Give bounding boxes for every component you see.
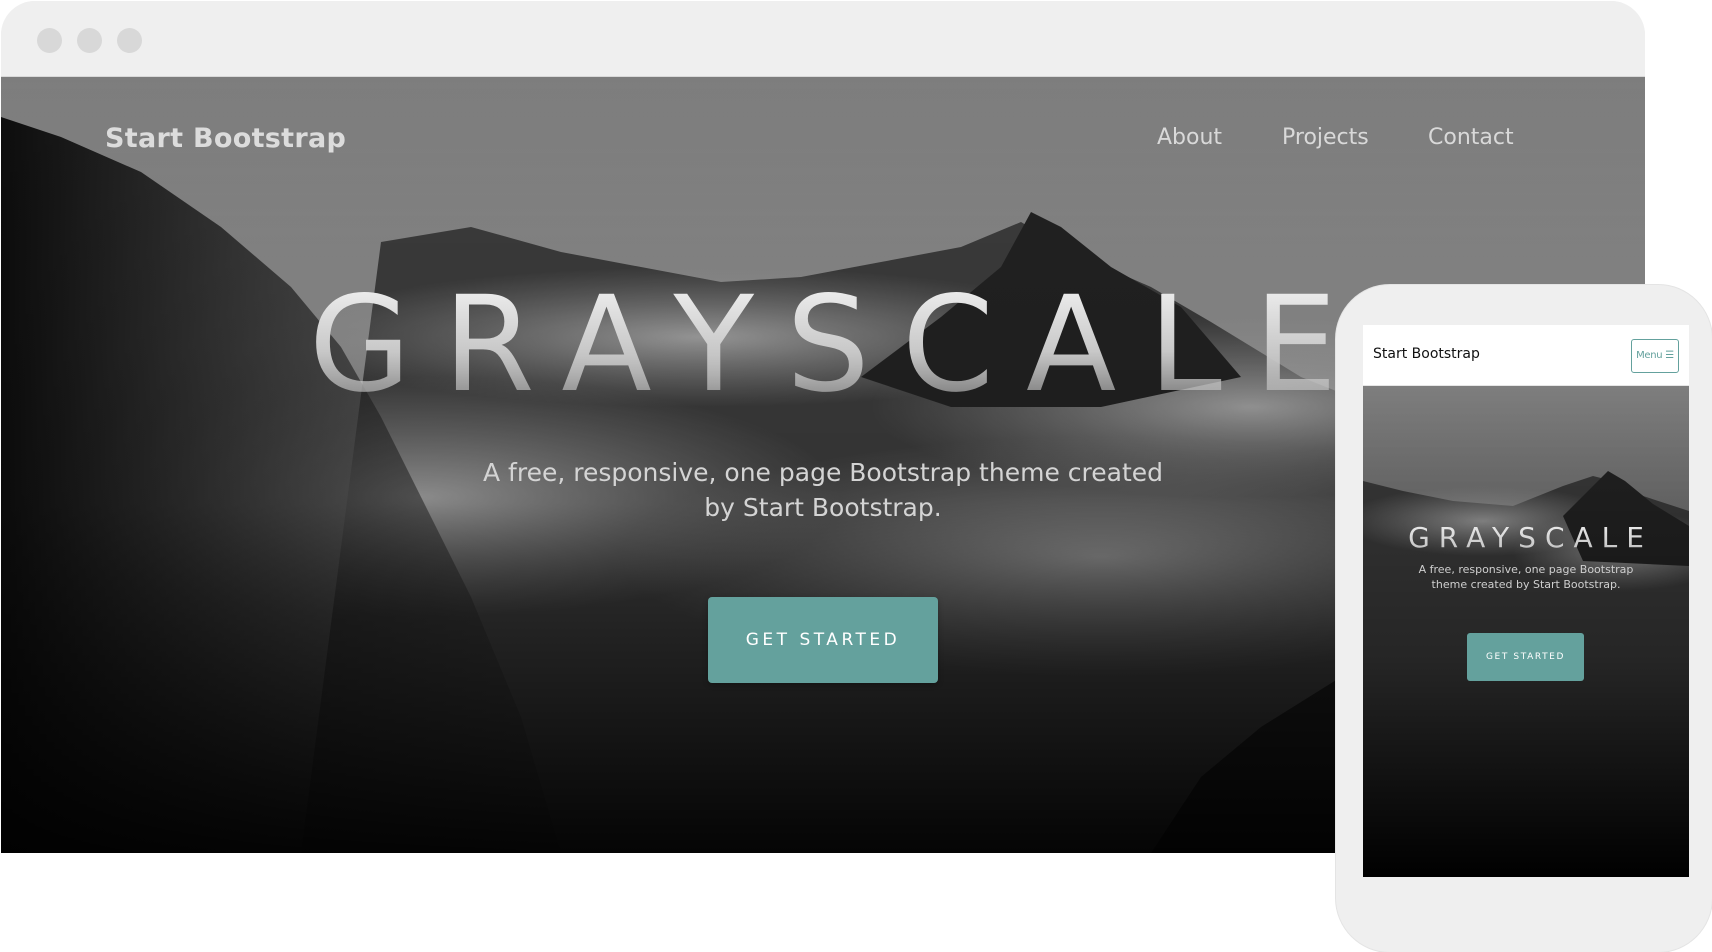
- browser-title-bar: [1, 1, 1645, 77]
- hamburger-menu-icon[interactable]: Menu ☰: [1631, 339, 1679, 373]
- nav-link-about[interactable]: About: [1157, 125, 1222, 150]
- window-dot-icon: [117, 28, 142, 53]
- mobile-phone-frame: Start Bootstrap Menu ☰ GRAYSCALE A free,…: [1336, 285, 1712, 952]
- nav-link-contact[interactable]: Contact: [1428, 125, 1514, 150]
- navbar-brand[interactable]: Start Bootstrap: [105, 123, 346, 154]
- get-started-button[interactable]: GET STARTED: [708, 597, 938, 683]
- site-navbar: Start Bootstrap About Projects Contact: [1, 77, 1645, 187]
- mobile-navbar: Start Bootstrap Menu ☰: [1363, 325, 1689, 386]
- mobile-hero-title: GRAYSCALE: [1363, 521, 1689, 554]
- mobile-navbar-brand[interactable]: Start Bootstrap: [1373, 346, 1480, 362]
- mobile-hero-subtitle: A free, responsive, one page Bootstrap t…: [1418, 563, 1634, 591]
- mobile-screen: Start Bootstrap Menu ☰ GRAYSCALE A free,…: [1363, 325, 1689, 877]
- mobile-hero: GRAYSCALE A free, responsive, one page B…: [1363, 386, 1689, 877]
- hero-subtitle: A free, responsive, one page Bootstrap t…: [483, 458, 1163, 522]
- mobile-hero-background-image: [1363, 386, 1689, 877]
- mobile-get-started-button[interactable]: GET STARTED: [1467, 633, 1584, 681]
- window-dot-icon: [37, 28, 62, 53]
- nav-link-projects[interactable]: Projects: [1282, 125, 1369, 150]
- window-dot-icon: [77, 28, 102, 53]
